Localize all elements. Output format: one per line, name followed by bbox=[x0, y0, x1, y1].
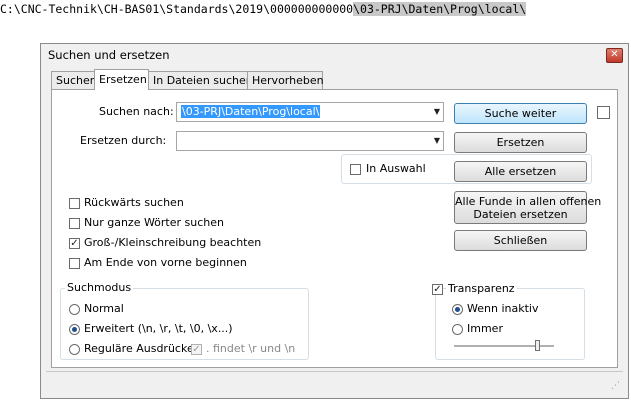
mode-normal-radio[interactable] bbox=[69, 304, 80, 315]
tab-ersetzen[interactable]: Ersetzen bbox=[94, 69, 149, 90]
option-wrap-around-label: Am Ende von vorne beginnen bbox=[84, 256, 247, 269]
status-bar: ⋰ bbox=[46, 371, 623, 394]
tab-suchen[interactable]: Suchen bbox=[51, 71, 97, 89]
replace-all-open-line1: Alle Funde in allen offenen bbox=[455, 195, 602, 208]
transparency-always-label: Immer bbox=[467, 322, 503, 335]
replace-label: Ersetzen durch: bbox=[80, 134, 167, 147]
replace-all-open-line2: Dateien ersetzen bbox=[473, 208, 568, 221]
search-mode-title: Suchmodus bbox=[65, 281, 134, 294]
editor-path-line[interactable]: C:\CNC-Technik\CH-BAS01\Standards\2019\0… bbox=[0, 0, 527, 19]
option-match-case-label: Groß-/Kleinschreibung beachten bbox=[84, 236, 262, 249]
mode-regex-label: Reguläre Ausdrücke bbox=[84, 342, 194, 355]
radio-selected-dot bbox=[72, 327, 77, 332]
editor-path-prefix: C:\CNC-Technik\CH-BAS01\Standards\2019\0… bbox=[0, 2, 354, 16]
transparency-checkbox[interactable]: ✓ bbox=[432, 284, 443, 295]
transparency-always-radio[interactable] bbox=[452, 324, 463, 335]
find-combobox[interactable]: \03-PRJ\Daten\Prog\local\ ▼ bbox=[176, 102, 444, 122]
extra-checkbox[interactable] bbox=[597, 106, 610, 119]
tab-hervorheben[interactable]: Hervorheben bbox=[247, 71, 324, 89]
find-input-value[interactable]: \03-PRJ\Daten\Prog\local\ bbox=[181, 105, 321, 118]
resize-grip-icon[interactable]: ⋰ bbox=[611, 381, 620, 391]
transparency-title: Transparenz bbox=[446, 282, 517, 295]
option-backward-checkbox[interactable] bbox=[69, 198, 80, 209]
option-wrap-around-checkbox[interactable] bbox=[69, 258, 80, 269]
in-selection-label: In Auswahl bbox=[366, 162, 426, 175]
find-replace-dialog: Suchen und ersetzen ✕ Suchen Ersetzen In… bbox=[40, 43, 629, 399]
option-whole-word-label: Nur ganze Wörter suchen bbox=[84, 216, 224, 229]
dot-newline-checkbox[interactable]: ✓ bbox=[191, 344, 202, 355]
mode-regex-radio[interactable] bbox=[69, 344, 80, 355]
close-button[interactable]: Schließen bbox=[454, 230, 587, 251]
replace-all-button[interactable]: Alle ersetzen bbox=[454, 161, 587, 182]
radio-selected-dot bbox=[455, 307, 460, 312]
editor-path-selection: \03-PRJ\Daten\Prog\local\ bbox=[353, 2, 527, 16]
mode-extended-label: Erweitert (\n, \r, \t, \0, \x...) bbox=[84, 322, 233, 335]
replace-all-open-files-button[interactable]: Alle Funde in allen offenen Dateien erse… bbox=[454, 191, 602, 224]
close-icon[interactable]: ✕ bbox=[606, 48, 623, 63]
dot-newline-label: . findet \r und \n bbox=[206, 342, 296, 355]
option-backward-label: Rückwärts suchen bbox=[84, 196, 184, 209]
chevron-down-icon[interactable]: ▼ bbox=[434, 136, 440, 145]
in-selection-checkbox[interactable] bbox=[350, 164, 361, 175]
transparency-inactive-label: Wenn inaktiv bbox=[467, 302, 539, 315]
transparency-inactive-radio[interactable] bbox=[452, 304, 463, 315]
replace-button[interactable]: Ersetzen bbox=[454, 132, 587, 153]
chevron-down-icon[interactable]: ▼ bbox=[434, 107, 440, 116]
option-whole-word-checkbox[interactable] bbox=[69, 218, 80, 229]
dialog-title: Suchen und ersetzen bbox=[48, 48, 170, 62]
mode-extended-radio[interactable] bbox=[69, 324, 80, 335]
transparency-slider-thumb[interactable] bbox=[535, 340, 540, 351]
tab-in-dateien-suchen[interactable]: In Dateien suchen bbox=[148, 71, 253, 89]
mode-normal-label: Normal bbox=[84, 302, 124, 315]
option-match-case-checkbox[interactable]: ✓ bbox=[69, 238, 80, 249]
replace-combobox[interactable]: ▼ bbox=[176, 131, 444, 151]
replace-panel: Suchen nach: \03-PRJ\Daten\Prog\local\ ▼… bbox=[51, 89, 618, 368]
find-next-button[interactable]: Suche weiter bbox=[454, 103, 587, 124]
dialog-titlebar[interactable]: Suchen und ersetzen ✕ bbox=[41, 44, 628, 66]
find-label: Suchen nach: bbox=[99, 105, 174, 118]
